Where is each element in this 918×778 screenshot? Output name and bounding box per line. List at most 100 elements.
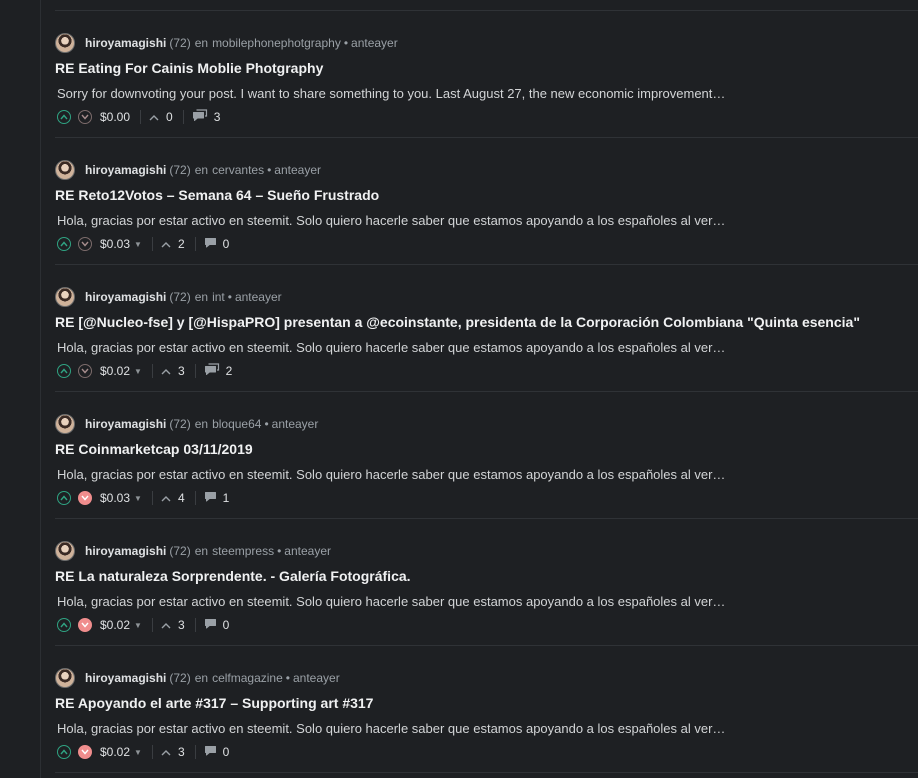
vote-count[interactable]: 3 xyxy=(178,364,185,378)
payout-dropdown-icon[interactable]: ▼ xyxy=(134,494,142,503)
downvote-button[interactable] xyxy=(78,110,92,124)
vote-count[interactable]: 4 xyxy=(178,491,185,505)
post-title[interactable]: RE Coinmarketcap 03/11/2019 xyxy=(55,441,253,457)
avatar[interactable] xyxy=(55,160,75,180)
author-reputation: (72) xyxy=(169,544,191,558)
payout-value[interactable]: $0.02 xyxy=(100,618,130,632)
community-link[interactable]: int xyxy=(212,290,225,304)
meta-separator: • xyxy=(277,544,282,558)
community-link[interactable]: celfmagazine xyxy=(212,671,283,685)
downvote-button[interactable] xyxy=(78,745,92,759)
community-link[interactable]: cervantes xyxy=(212,163,264,177)
post-time[interactable]: anteayer xyxy=(274,163,321,177)
post-actions: $0.03 ▼ 2 0 xyxy=(57,235,229,253)
post-title[interactable]: RE La naturaleza Sorprendente. - Galería… xyxy=(55,568,411,584)
avatar[interactable] xyxy=(55,33,75,53)
replies-feed: hiroyamagishi (72) en mobilephonephotgra… xyxy=(55,0,918,773)
action-separator xyxy=(151,237,153,251)
in-label: en xyxy=(194,417,209,431)
payout-value[interactable]: $0.02 xyxy=(100,745,130,759)
author-link[interactable]: hiroyamagishi xyxy=(85,671,166,685)
payout-dropdown-icon[interactable]: ▼ xyxy=(134,367,142,376)
post-excerpt[interactable]: Hola, gracias por estar activo en steemi… xyxy=(57,467,725,482)
post-time[interactable]: anteayer xyxy=(293,671,340,685)
chevron-up-icon xyxy=(60,749,68,755)
post-item: hiroyamagishi (72) en steempress • antea… xyxy=(55,519,918,646)
author-link[interactable]: hiroyamagishi xyxy=(85,36,166,50)
post-excerpt[interactable]: Sorry for downvoting your post. I want t… xyxy=(57,86,725,101)
comment-icon[interactable] xyxy=(204,489,217,507)
comment-count[interactable]: 1 xyxy=(223,491,230,505)
post-time[interactable]: anteayer xyxy=(235,290,282,304)
comment-count[interactable]: 3 xyxy=(214,110,221,124)
post-title[interactable]: RE Eating For Cainis Moblie Photgraphy xyxy=(55,60,323,76)
payout-dropdown-icon[interactable]: ▼ xyxy=(134,240,142,249)
comment-count[interactable]: 0 xyxy=(223,618,230,632)
comment-count[interactable]: 0 xyxy=(223,745,230,759)
post-excerpt[interactable]: Hola, gracias por estar activo en steemi… xyxy=(57,721,725,736)
upvote-button[interactable] xyxy=(57,491,71,505)
avatar[interactable] xyxy=(55,541,75,561)
voters-chevron-icon[interactable] xyxy=(161,749,171,756)
upvote-button[interactable] xyxy=(57,237,71,251)
post-time[interactable]: anteayer xyxy=(272,417,319,431)
voters-chevron-icon[interactable] xyxy=(161,495,171,502)
post-time[interactable]: anteayer xyxy=(351,36,398,50)
post-meta: hiroyamagishi (72) en celfmagazine • ant… xyxy=(55,668,340,688)
upvote-button[interactable] xyxy=(57,110,71,124)
payout-dropdown-icon[interactable]: ▼ xyxy=(134,621,142,630)
avatar[interactable] xyxy=(55,287,75,307)
payout-value[interactable]: $0.02 xyxy=(100,364,130,378)
downvote-button[interactable] xyxy=(78,491,92,505)
payout-dropdown-icon[interactable]: ▼ xyxy=(134,748,142,757)
voters-chevron-icon[interactable] xyxy=(161,241,171,248)
voters-chevron-icon[interactable] xyxy=(161,622,171,629)
avatar[interactable] xyxy=(55,414,75,434)
payout-value[interactable]: $0.03 xyxy=(100,491,130,505)
comment-icon[interactable] xyxy=(204,235,217,253)
author-link[interactable]: hiroyamagishi xyxy=(85,163,166,177)
downvote-button[interactable] xyxy=(78,364,92,378)
voters-chevron-icon[interactable] xyxy=(149,114,159,121)
comment-icon[interactable] xyxy=(204,616,217,634)
upvote-button[interactable] xyxy=(57,618,71,632)
upvote-button[interactable] xyxy=(57,364,71,378)
vote-count[interactable]: 0 xyxy=(166,110,173,124)
meta-separator: • xyxy=(227,290,232,304)
downvote-button[interactable] xyxy=(78,237,92,251)
author-link[interactable]: hiroyamagishi xyxy=(85,544,166,558)
upvote-button[interactable] xyxy=(57,745,71,759)
author-link[interactable]: hiroyamagishi xyxy=(85,290,166,304)
community-link[interactable]: bloque64 xyxy=(212,417,261,431)
post-meta: hiroyamagishi (72) en cervantes • anteay… xyxy=(55,160,321,180)
downvote-button[interactable] xyxy=(78,618,92,632)
vote-count[interactable]: 3 xyxy=(178,618,185,632)
meta-separator: • xyxy=(267,163,272,177)
payout-value[interactable]: $0.03 xyxy=(100,237,130,251)
action-separator xyxy=(194,745,196,759)
post-excerpt[interactable]: Hola, gracias por estar activo en steemi… xyxy=(57,594,725,609)
meta-separator: • xyxy=(343,36,349,50)
community-link[interactable]: mobilephonephotgraphy xyxy=(212,36,341,50)
voters-chevron-icon[interactable] xyxy=(161,368,171,375)
post-excerpt[interactable]: Hola, gracias por estar activo en steemi… xyxy=(57,340,725,355)
in-label: en xyxy=(194,671,209,685)
comment-icon-glyph xyxy=(204,492,216,502)
post-excerpt[interactable]: Hola, gracias por estar activo en steemi… xyxy=(57,213,725,228)
vote-count[interactable]: 2 xyxy=(178,237,185,251)
comment-icon[interactable] xyxy=(204,743,217,761)
avatar[interactable] xyxy=(55,668,75,688)
post-time[interactable]: anteayer xyxy=(284,544,331,558)
comments-icon[interactable] xyxy=(204,362,220,380)
payout-value[interactable]: $0.00 xyxy=(100,110,130,124)
post-title[interactable]: RE [@Nucleo-fse] y [@HispaPRO] presentan… xyxy=(55,314,860,330)
author-link[interactable]: hiroyamagishi xyxy=(85,417,166,431)
comment-icon-glyph xyxy=(204,238,216,248)
post-title[interactable]: RE Apoyando el arte #317 – Supporting ar… xyxy=(55,695,373,711)
comment-count[interactable]: 2 xyxy=(226,364,233,378)
community-link[interactable]: steempress xyxy=(212,544,274,558)
comments-icon[interactable] xyxy=(192,108,208,126)
post-title[interactable]: RE Reto12Votos – Semana 64 – Sueño Frust… xyxy=(55,187,379,203)
vote-count[interactable]: 3 xyxy=(178,745,185,759)
comment-count[interactable]: 0 xyxy=(223,237,230,251)
